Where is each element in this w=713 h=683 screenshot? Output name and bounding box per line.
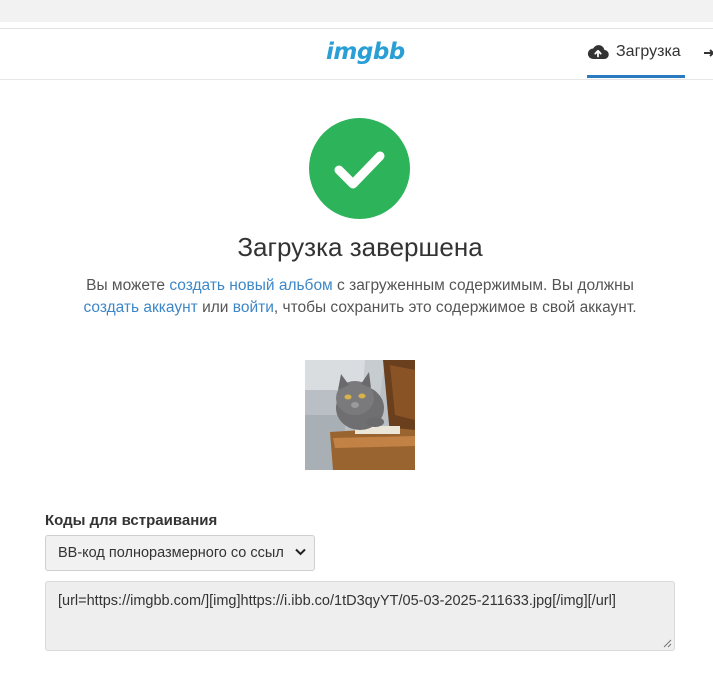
- create-album-link[interactable]: создать новый альбом: [169, 277, 332, 294]
- select-value: BB-код полноразмерного со ссыл: [58, 545, 284, 561]
- embed-code-text: [url=https://imgbb.com/][img]https://i.i…: [58, 593, 616, 609]
- success-badge: [309, 118, 410, 219]
- page-title: Загрузка завершена: [237, 232, 483, 262]
- embed-codes-label: Коды для встраивания: [45, 512, 218, 529]
- cloud-upload-icon: [587, 45, 609, 60]
- embed-code-type-select[interactable]: BB-код полноразмерного со ссыл: [45, 535, 315, 571]
- imgbb-logo[interactable]: imgbb: [326, 39, 405, 65]
- browser-top-strip: [0, 0, 713, 22]
- embed-code-textarea[interactable]: [url=https://imgbb.com/][img]https://i.i…: [45, 581, 675, 651]
- chevron-down-icon: [295, 548, 306, 556]
- resize-grip-icon[interactable]: [663, 639, 672, 648]
- check-icon: [334, 151, 385, 189]
- uploaded-image-thumbnail[interactable]: [305, 360, 415, 470]
- site-header: imgbb Загрузка: [0, 29, 713, 80]
- create-account-link[interactable]: создать аккаунт: [83, 299, 197, 316]
- tab-upload-label: Загрузка: [616, 43, 681, 60]
- tab-upload[interactable]: Загрузка: [587, 29, 685, 78]
- login-icon[interactable]: [704, 46, 713, 60]
- cat-photo: [305, 360, 415, 470]
- upload-description: Вы можете создать новый альбом с загруже…: [83, 277, 637, 316]
- login-link[interactable]: войти: [233, 299, 274, 316]
